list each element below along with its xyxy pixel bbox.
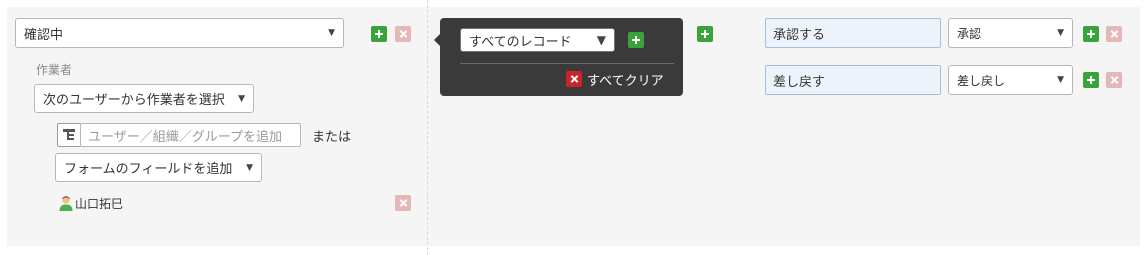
remove-action-button[interactable] bbox=[1106, 26, 1122, 42]
chevron-down-icon: ▼ bbox=[246, 162, 253, 173]
action-status-select[interactable]: 承認 ▼ bbox=[948, 18, 1073, 48]
form-field-select[interactable]: フォームのフィールドを追加 ▼ bbox=[55, 153, 262, 182]
clear-all-icon[interactable] bbox=[566, 71, 582, 87]
chevron-down-icon: ▼ bbox=[238, 93, 245, 104]
user-org-group-input[interactable]: ユーザー／組織／グループを追加 bbox=[80, 123, 301, 147]
assignee-user-name: 山口拓巳 bbox=[75, 197, 124, 211]
action-status-value: 差し戻し bbox=[957, 73, 1006, 88]
chevron-down-icon: ▼ bbox=[596, 33, 606, 47]
clear-all-button[interactable]: すべてクリア bbox=[587, 70, 664, 89]
action-status-value: 承認 bbox=[957, 26, 982, 41]
chevron-down-icon: ▼ bbox=[1057, 75, 1064, 85]
org-tree-button[interactable] bbox=[57, 123, 81, 147]
user-avatar-icon bbox=[59, 196, 73, 211]
form-field-select-value: フォームのフィールドを追加 bbox=[64, 162, 233, 177]
record-filter-value: すべてのレコード bbox=[469, 34, 572, 50]
add-condition-row-button[interactable] bbox=[697, 26, 713, 42]
add-action-button[interactable] bbox=[1083, 72, 1099, 88]
popup-separator bbox=[460, 63, 674, 64]
assignee-user-item bbox=[58, 195, 74, 215]
action-name-input[interactable]: 差し戻す bbox=[765, 65, 941, 95]
or-label: または bbox=[312, 130, 352, 145]
column-divider bbox=[427, 0, 428, 255]
add-action-button[interactable] bbox=[1083, 26, 1099, 42]
assignee-method-select[interactable]: 次のユーザーから作業者を選択 ▼ bbox=[34, 84, 254, 113]
record-filter-select[interactable]: すべてのレコード ▼ bbox=[460, 28, 615, 52]
add-status-button[interactable] bbox=[371, 26, 387, 42]
action-status-select[interactable]: 差し戻し ▼ bbox=[948, 65, 1073, 95]
action-name-input[interactable]: 承認する bbox=[765, 18, 941, 48]
remove-action-button[interactable] bbox=[1106, 72, 1122, 88]
remove-assignee-button[interactable] bbox=[395, 195, 411, 211]
assignee-section-label: 作業者 bbox=[36, 63, 73, 77]
add-condition-button[interactable] bbox=[628, 32, 644, 48]
remove-status-button[interactable] bbox=[395, 26, 411, 42]
chevron-down-icon: ▼ bbox=[328, 28, 335, 38]
chevron-down-icon: ▼ bbox=[1057, 28, 1064, 38]
org-tree-icon bbox=[63, 129, 75, 140]
status-select[interactable]: 確認中 ▼ bbox=[15, 18, 344, 48]
assignee-method-value: 次のユーザーから作業者を選択 bbox=[43, 93, 225, 108]
status-select-value: 確認中 bbox=[24, 27, 64, 43]
